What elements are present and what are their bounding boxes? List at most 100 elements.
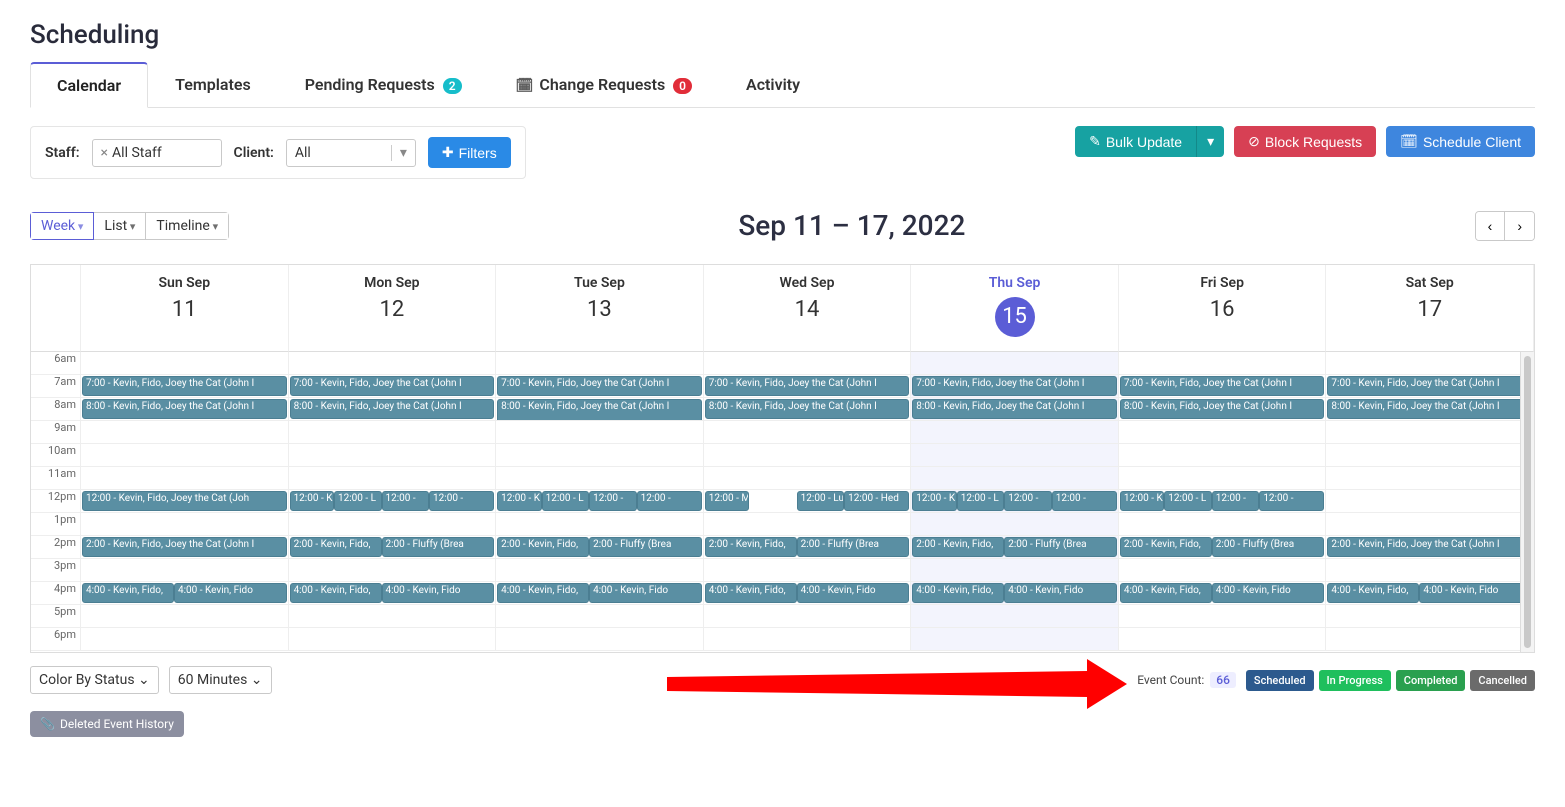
calendar-cell[interactable] [704, 605, 912, 628]
scrollbar[interactable] [1520, 352, 1534, 652]
event[interactable]: 2:00 - Kevin, Fido, Joey the Cat (John I [82, 537, 287, 557]
filters-button[interactable]: ✚ Filters [428, 137, 511, 168]
calendar-cell[interactable] [289, 605, 497, 628]
day-header[interactable]: Mon Sep12 [289, 265, 497, 352]
calendar-cell[interactable] [81, 421, 289, 444]
bulk-update-button[interactable]: ✎ Bulk Update [1075, 126, 1196, 157]
calendar-cell[interactable]: 7:00 - Kevin, Fido, Joey the Cat (John I [1326, 375, 1534, 398]
calendar-cell[interactable] [911, 352, 1119, 375]
event[interactable]: 4:00 - Kevin, Fido [1212, 583, 1325, 603]
calendar-cell[interactable]: 4:00 - Kevin, Fido,4:00 - Kevin, Fido [81, 582, 289, 605]
calendar-cell[interactable]: 7:00 - Kevin, Fido, Joey the Cat (John I [704, 375, 912, 398]
event[interactable]: 7:00 - Kevin, Fido, Joey the Cat (John I [1120, 376, 1325, 396]
calendar-cell[interactable] [704, 628, 912, 651]
event[interactable]: 4:00 - Kevin, Fido, [497, 583, 589, 603]
calendar-cell[interactable]: 2:00 - Kevin, Fido,2:00 - Fluffy (Brea [911, 536, 1119, 559]
calendar-cell[interactable] [1119, 513, 1327, 536]
bulk-update-dropdown[interactable]: ▾ [1196, 126, 1224, 157]
tab-calendar[interactable]: Calendar [30, 62, 148, 108]
day-header[interactable]: Fri Sep16 [1119, 265, 1327, 352]
calendar-cell[interactable] [1119, 444, 1327, 467]
day-header[interactable]: Tue Sep13 [496, 265, 704, 352]
event[interactable]: 12:00 - L [542, 491, 590, 511]
event[interactable]: 8:00 - Kevin, Fido, Joey the Cat (John I [705, 399, 910, 419]
event[interactable]: 2:00 - Fluffy (Brea [1212, 537, 1325, 557]
event[interactable]: 4:00 - Kevin, Fido [174, 583, 287, 603]
event[interactable]: 12:00 - Mar [705, 491, 749, 511]
event[interactable]: 12:00 - L [1164, 491, 1212, 511]
event[interactable]: 12:00 - [1004, 491, 1052, 511]
calendar-cell[interactable] [1326, 352, 1534, 375]
calendar-cell[interactable]: 8:00 - Kevin, Fido, Joey the Cat (John I [289, 398, 497, 421]
calendar-cell[interactable] [911, 605, 1119, 628]
event[interactable]: 2:00 - Kevin, Fido, [497, 537, 589, 557]
calendar-cell[interactable] [1326, 421, 1534, 444]
calendar-cell[interactable]: 12:00 - Kevin, Fido, Joey the Cat (Joh [81, 490, 289, 513]
day-header[interactable]: Sun Sep11 [81, 265, 289, 352]
staff-select[interactable]: × All Staff [92, 139, 222, 167]
event[interactable]: 12:00 - L [334, 491, 382, 511]
block-requests-button[interactable]: ⊘ Block Requests [1234, 126, 1376, 157]
calendar-cell[interactable]: 7:00 - Kevin, Fido, Joey the Cat (John I [289, 375, 497, 398]
day-header[interactable]: Sat Sep17 [1326, 265, 1534, 352]
event[interactable]: 2:00 - Fluffy (Brea [589, 537, 702, 557]
event[interactable]: 2:00 - Kevin, Fido, [1120, 537, 1212, 557]
calendar-cell[interactable]: 2:00 - Kevin, Fido,2:00 - Fluffy (Brea [289, 536, 497, 559]
calendar-cell[interactable] [289, 513, 497, 536]
tab-templates[interactable]: Templates [148, 62, 278, 107]
calendar-cell[interactable] [1119, 559, 1327, 582]
calendar-cell[interactable] [81, 559, 289, 582]
event[interactable]: 8:00 - Kevin, Fido, Joey the Cat (John I [1120, 399, 1325, 419]
calendar-cell[interactable] [1119, 352, 1327, 375]
tab-change-requests[interactable]: 🗓 Change Requests 0 [489, 62, 719, 107]
event[interactable]: 8:00 - Kevin, Fido, Joey the Cat (John I [82, 399, 287, 419]
event[interactable]: 12:00 - K [912, 491, 956, 511]
event[interactable]: 7:00 - Kevin, Fido, Joey the Cat (John I [82, 376, 287, 396]
event[interactable]: 4:00 - Kevin, Fido [1419, 583, 1532, 603]
event[interactable]: 7:00 - Kevin, Fido, Joey the Cat (John I [1327, 376, 1532, 396]
calendar-cell[interactable] [704, 559, 912, 582]
event[interactable]: 12:00 - [1259, 491, 1324, 511]
calendar-cell[interactable] [289, 352, 497, 375]
event[interactable]: 2:00 - Kevin, Fido, [705, 537, 797, 557]
calendar-cell[interactable] [1119, 628, 1327, 651]
view-week[interactable]: Week [30, 212, 94, 240]
event[interactable]: 12:00 - Kevin, Fido, Joey the Cat (Joh [82, 491, 287, 511]
clear-icon[interactable]: × [101, 145, 108, 161]
legend-cancelled[interactable]: Cancelled [1470, 670, 1535, 691]
event[interactable]: 2:00 - Kevin, Fido, [912, 537, 1004, 557]
event[interactable]: 2:00 - Fluffy (Brea [797, 537, 910, 557]
event[interactable]: 12:00 - Hed [844, 491, 909, 511]
calendar-cell[interactable]: 8:00 - Kevin, Fido, Joey the Cat (John I [1326, 398, 1534, 421]
calendar-cell[interactable]: 2:00 - Kevin, Fido, Joey the Cat (John I [1326, 536, 1534, 559]
event[interactable]: 2:00 - Fluffy (Brea [382, 537, 495, 557]
calendar-cell[interactable] [1326, 605, 1534, 628]
event[interactable]: 12:00 - K [1120, 491, 1164, 511]
calendar-cell[interactable]: 8:00 - Kevin, Fido, Joey the Cat (John I [81, 398, 289, 421]
calendar-cell[interactable]: 7:00 - Kevin, Fido, Joey the Cat (John I [496, 375, 704, 398]
calendar-cell[interactable] [81, 628, 289, 651]
calendar-cell[interactable] [1326, 490, 1534, 513]
prev-button[interactable]: ‹ [1476, 212, 1505, 240]
calendar-cell[interactable]: 12:00 - K12:00 - L12:00 -12:00 - [289, 490, 497, 513]
event[interactable]: 4:00 - Kevin, Fido [1004, 583, 1117, 603]
calendar-cell[interactable] [496, 421, 704, 444]
next-button[interactable]: › [1504, 212, 1534, 240]
event[interactable]: 8:00 - Kevin, Fido, Joey the Cat (John I [497, 399, 702, 421]
calendar-cell[interactable]: 4:00 - Kevin, Fido,4:00 - Kevin, Fido [1119, 582, 1327, 605]
event[interactable]: 7:00 - Kevin, Fido, Joey the Cat (John I [290, 376, 495, 396]
view-timeline[interactable]: Timeline [146, 212, 229, 240]
calendar-cell[interactable] [1326, 628, 1534, 651]
calendar-cell[interactable] [81, 352, 289, 375]
calendar-cell[interactable]: 7:00 - Kevin, Fido, Joey the Cat (John I [81, 375, 289, 398]
calendar-cell[interactable] [1119, 605, 1327, 628]
calendar-cell[interactable]: 2:00 - Kevin, Fido,2:00 - Fluffy (Brea [496, 536, 704, 559]
calendar-cell[interactable] [911, 628, 1119, 651]
event[interactable]: 7:00 - Kevin, Fido, Joey the Cat (John I [912, 376, 1117, 396]
calendar-cell[interactable] [289, 467, 497, 490]
event[interactable]: 12:00 - Luc [797, 491, 845, 511]
event[interactable]: 12:00 - [429, 491, 494, 511]
event[interactable]: 4:00 - Kevin, Fido, [1327, 583, 1419, 603]
calendar-cell[interactable]: 8:00 - Kevin, Fido, Joey the Cat (John I [1119, 398, 1327, 421]
calendar-cell[interactable]: 4:00 - Kevin, Fido,4:00 - Kevin, Fido [911, 582, 1119, 605]
